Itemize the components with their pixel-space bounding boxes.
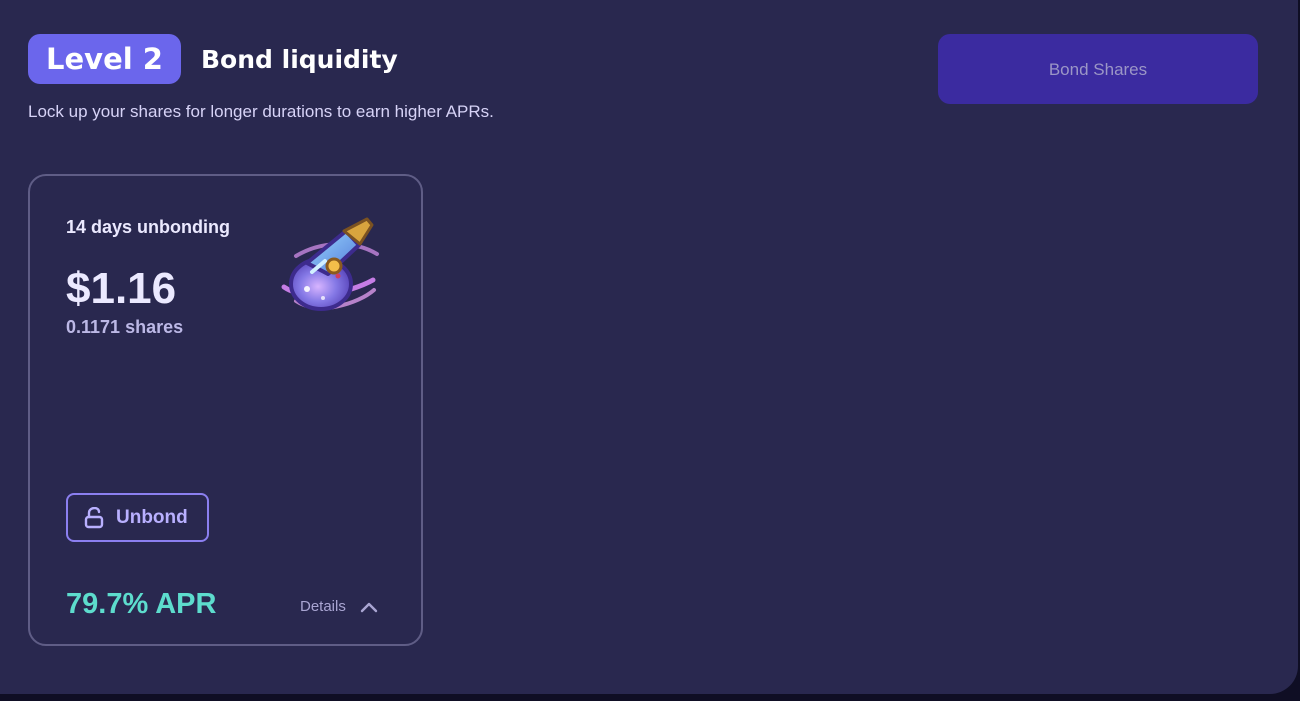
card-shares: 0.1171 shares bbox=[66, 317, 184, 337]
unbonding-card: 14 days unbonding $1.16 0.1171 shares Un… bbox=[28, 174, 423, 646]
unbond-button[interactable]: Unbond bbox=[66, 493, 209, 542]
unlock-icon bbox=[84, 507, 104, 529]
chevron-up-icon[interactable] bbox=[360, 600, 378, 614]
level-badge: Level 2 bbox=[28, 34, 181, 84]
unbonding-duration: 14 days unbonding bbox=[66, 217, 231, 237]
unbond-button-label: Unbond bbox=[116, 507, 188, 528]
page-subtitle: Lock up your shares for longer durations… bbox=[28, 102, 494, 121]
details-link[interactable]: Details bbox=[300, 596, 346, 618]
card-value: $1.16 bbox=[66, 264, 177, 313]
bond-liquidity-panel: Level 2 Bond liquidity Lock up your shar… bbox=[0, 0, 1298, 694]
bond-shares-button[interactable]: Bond Shares bbox=[938, 34, 1258, 104]
apr-value: 79.7% APR bbox=[66, 588, 217, 620]
potion-icon bbox=[281, 217, 379, 311]
page-title: Bond liquidity bbox=[201, 45, 398, 74]
